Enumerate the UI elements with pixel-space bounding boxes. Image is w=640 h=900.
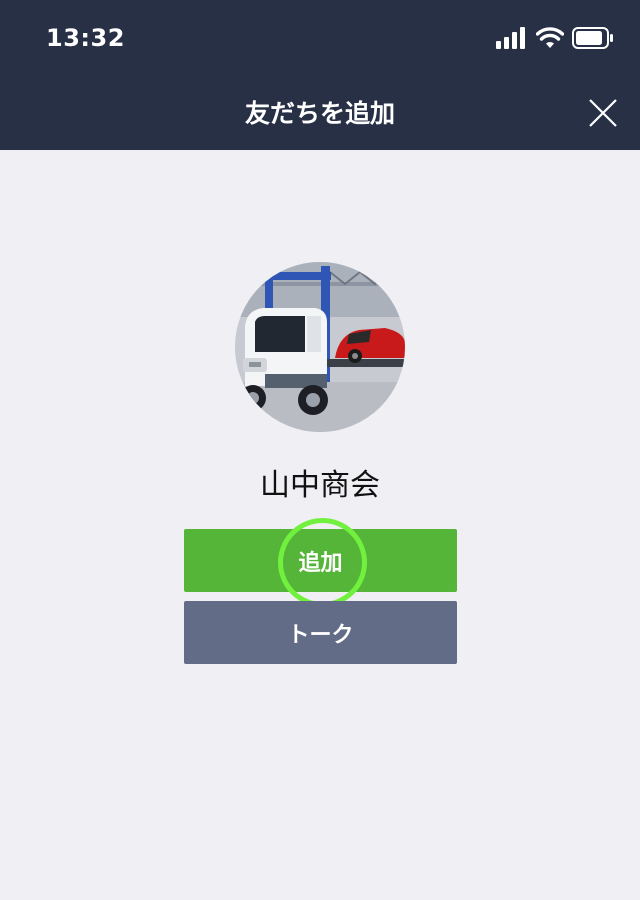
talk-button-label: トーク (287, 622, 354, 648)
talk-button[interactable]: トーク (184, 601, 457, 664)
status-time: 13:32 (46, 24, 125, 52)
add-friend-button[interactable]: 追加 (184, 529, 457, 592)
close-icon (589, 99, 617, 127)
wifi-icon (536, 27, 564, 48)
battery-icon (572, 27, 613, 49)
page-title: 友だちを追加 (244, 99, 395, 128)
tow-truck-photo (235, 262, 405, 432)
add-friend-button-label: 追加 (298, 550, 343, 576)
header-bar: 13:32 友だちを追加 (0, 0, 640, 150)
status-icons (496, 27, 616, 53)
close-button[interactable] (586, 96, 620, 130)
profile-name: 山中商会 (260, 468, 380, 503)
avatar (235, 262, 405, 432)
signal-bars-icon (496, 27, 525, 49)
